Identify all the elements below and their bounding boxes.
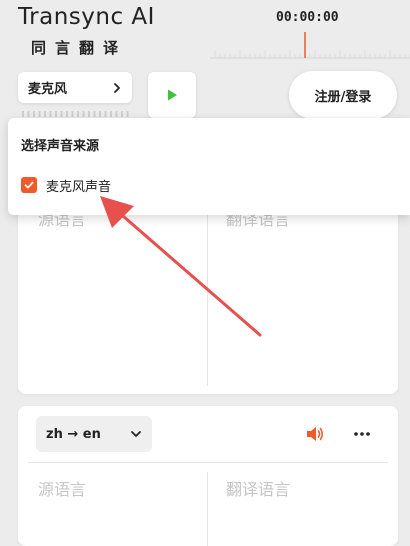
target-language-label: 翻译语言 (226, 480, 291, 499)
brand-subtitle: 同言翻译 (31, 39, 128, 57)
microphone-checkbox[interactable] (21, 177, 37, 193)
transcript-panel-2: zh → en 源语言 翻译语言 (18, 406, 398, 546)
toolbar-divider (28, 462, 388, 463)
play-icon (168, 89, 177, 101)
audio-source-popup: 选择声音来源 麦克风声音 (8, 118, 410, 215)
level-meter (22, 111, 129, 117)
chevron-right-icon (114, 82, 120, 93)
brand-title: Transync AI (18, 4, 155, 30)
source-language-label: 源语言 (38, 480, 87, 499)
language-pair-select[interactable]: zh → en (36, 416, 152, 452)
popup-title: 选择声音来源 (21, 139, 100, 154)
audio-source-label: 麦克风 (28, 82, 68, 97)
lang-to: en (82, 426, 101, 442)
language-pair-text: zh → en (46, 427, 130, 442)
play-button[interactable] (148, 72, 196, 118)
column-divider (207, 198, 208, 386)
more-icon[interactable] (352, 424, 372, 444)
timer: 00:00:00 (276, 10, 339, 25)
lang-arrow: → (67, 426, 79, 442)
chevron-down-icon (131, 431, 141, 437)
speaker-icon[interactable] (305, 424, 325, 444)
column-divider (207, 472, 208, 546)
lang-from: zh (46, 426, 63, 442)
audio-source-select[interactable]: 麦克风 (18, 72, 132, 103)
login-button[interactable]: 注册/登录 (289, 71, 397, 119)
microphone-option-label[interactable]: 麦克风声音 (46, 176, 111, 195)
waveform (210, 32, 410, 59)
check-icon (24, 181, 34, 189)
